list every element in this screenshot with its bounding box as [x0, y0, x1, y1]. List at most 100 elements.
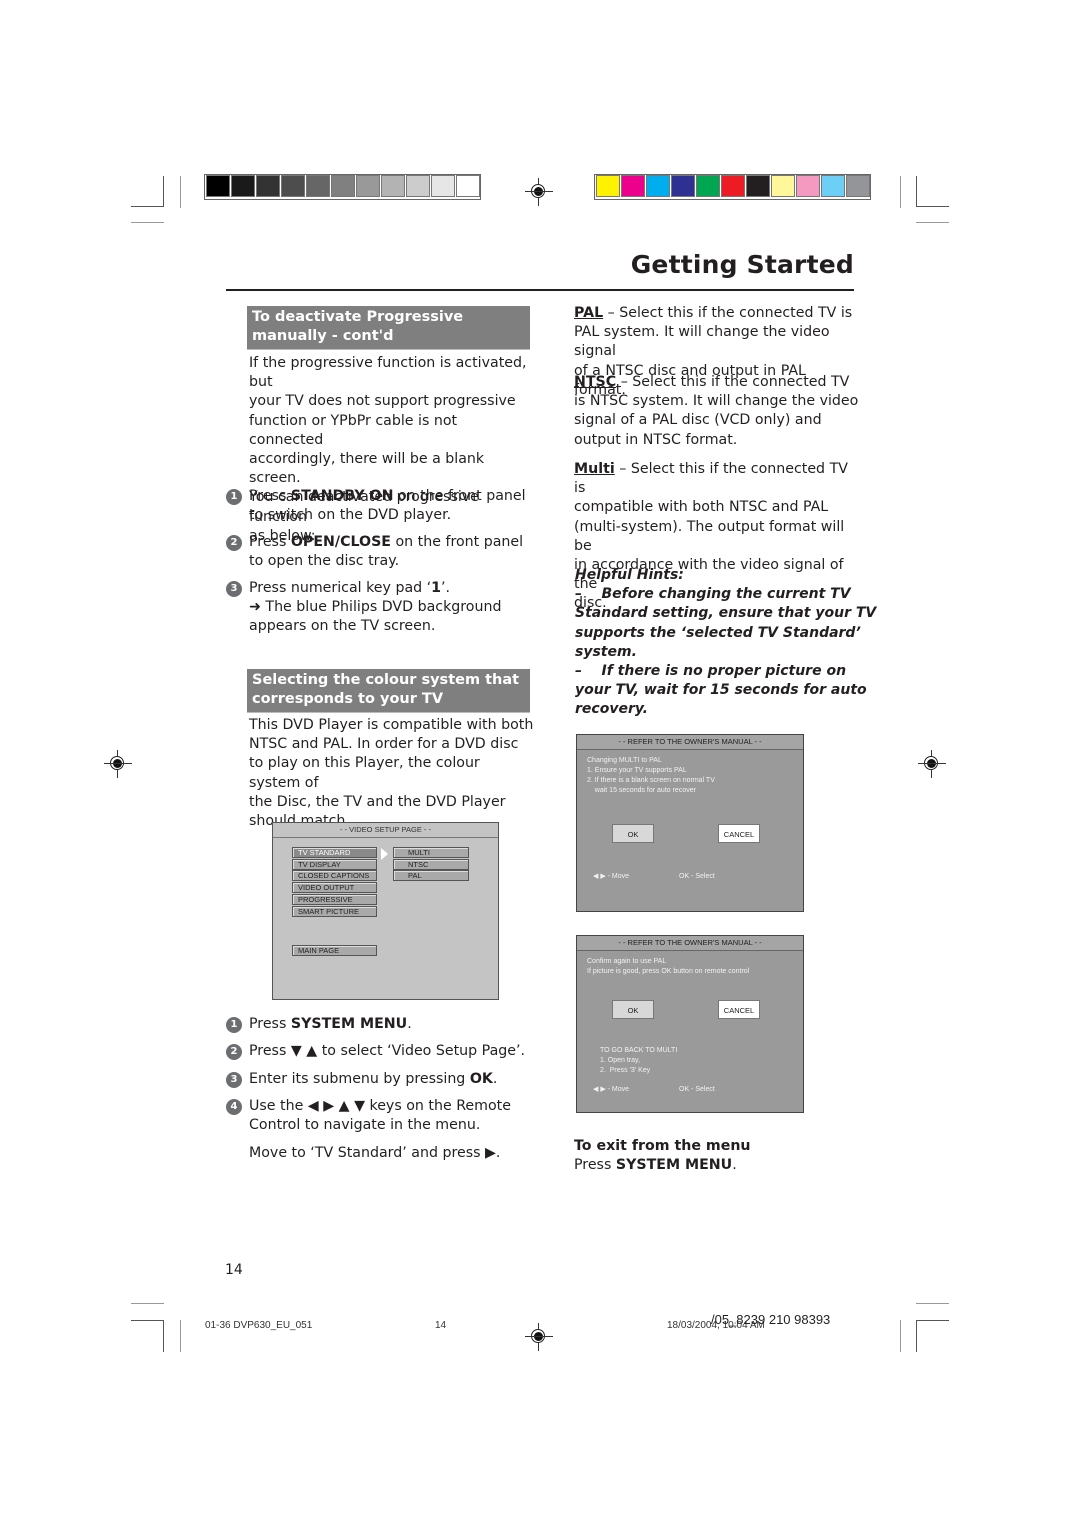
step-line: Enter its submenu by pressing OK.	[249, 1071, 498, 1087]
color-swatch	[621, 175, 645, 197]
text-line: This DVD Player is compatible with both	[249, 717, 534, 733]
osd-select-hint: OK - Select	[679, 1086, 715, 1093]
osd-move-hint: ◀ ▶ - Move	[593, 873, 630, 880]
step-line: Use the ◀ ▶ ▲ ▼ keys on the Remote	[249, 1098, 511, 1114]
step-line: Press SYSTEM MENU.	[249, 1016, 412, 1032]
ok-button[interactable]: OK	[612, 1000, 654, 1019]
step-text: Press ▼ ▲ to select ‘Video Setup Page’.	[249, 1042, 525, 1061]
step-number-icon: 3	[226, 581, 242, 597]
osd-option-item[interactable]: PAL	[393, 870, 469, 882]
document-code: /05_8239 210 98393	[711, 1312, 831, 1327]
osd-menu-item[interactable]: VIDEO OUTPUT	[292, 882, 377, 894]
option-description: NTSC – Select this if the connected TV is…	[574, 373, 859, 450]
title-rule	[226, 289, 854, 291]
color-swatch	[746, 175, 770, 197]
text-line: compatible with both NTSC and PAL	[574, 499, 829, 516]
text-line: the Disc, the TV and the DVD Player	[249, 793, 506, 810]
grayscale-bar	[204, 174, 481, 200]
crop-mark	[131, 1303, 164, 1304]
text-line: (multi-system). The output format will b…	[574, 518, 845, 554]
color-swatch	[696, 175, 720, 197]
text-line: signal of a PAL disc (VCD only) and	[574, 412, 822, 429]
color-swatch	[646, 175, 670, 197]
text-line: function or YPbPr cable is not connected	[249, 412, 458, 448]
move-note: Move to ‘TV Standard’ and press ▶.	[249, 1145, 501, 1161]
osd-back-line: 2. Press '3' Key	[600, 1067, 651, 1074]
osd-select-hint: OK - Select	[679, 873, 715, 880]
step-text: Press SYSTEM MENU.	[249, 1015, 412, 1034]
crop-mark	[900, 1320, 901, 1352]
osd-option-item[interactable]: NTSC	[393, 858, 469, 870]
osd-header: - - REFER TO THE OWNER'S MANUAL - -	[577, 936, 803, 951]
osd-menu-item[interactable]: PROGRESSIVE	[292, 893, 377, 905]
crop-mark	[163, 176, 164, 206]
gray-swatch	[306, 175, 330, 197]
crop-mark	[916, 1320, 917, 1352]
gray-swatch	[406, 175, 430, 197]
crop-mark	[163, 1320, 164, 1352]
step-line: Press STANDBY ON on the front panel	[249, 488, 526, 504]
step-line: Control to navigate in the menu.	[249, 1117, 481, 1134]
text-line: NTSC and PAL. In order for a DVD disc	[249, 736, 519, 753]
hint-line: Standard setting, ensure that your TV	[575, 605, 877, 622]
text-line: your TV does not support progressive	[249, 393, 516, 410]
registration-mark-icon	[104, 750, 132, 778]
step-text: Press STANDBY ON on the front panel to sw…	[249, 487, 526, 525]
option-label: NTSC	[574, 374, 617, 390]
hints-title: Helpful Hints:	[575, 567, 684, 583]
step-text: Press OPEN/CLOSE on the front panel to op…	[249, 533, 523, 571]
helpful-hints: Helpful Hints: – Before changing the cur…	[575, 566, 877, 720]
step-number-icon: 1	[226, 1017, 242, 1033]
color-bar	[594, 174, 871, 200]
text-line: output in NTSC format.	[574, 431, 738, 448]
hint-line: recovery.	[575, 701, 649, 718]
step-line: to switch on the DVD player.	[249, 507, 452, 524]
hint-line: – Before changing the current TV	[575, 586, 851, 603]
step-number-icon: 3	[226, 1072, 242, 1088]
crop-mark	[131, 1320, 164, 1321]
step-line: Press numerical key pad ‘1’.	[249, 580, 451, 596]
color-swatch	[796, 175, 820, 197]
step-line: to open the disc tray.	[249, 553, 400, 570]
osd-menu-item[interactable]: TV STANDARD	[292, 847, 377, 858]
osd-option-item[interactable]: MULTI	[393, 847, 469, 858]
step-line: Press ▼ ▲ to select ‘Video Setup Page’.	[249, 1043, 526, 1059]
step-text: Use the ◀ ▶ ▲ ▼ keys on the Remote Contro…	[249, 1097, 511, 1135]
gray-swatch	[431, 175, 455, 197]
ok-button[interactable]: OK	[612, 824, 654, 843]
step-number-icon: 4	[226, 1099, 242, 1115]
cancel-button[interactable]: CANCEL	[718, 824, 760, 843]
option-label: Multi	[574, 461, 615, 477]
section2-intro: This DVD Player is compatible with both N…	[249, 716, 534, 831]
color-swatch	[596, 175, 620, 197]
step-line: appears on the TV screen.	[249, 618, 436, 635]
step-number-icon: 2	[226, 1044, 242, 1060]
text-line: to play on this Player, the colour syste…	[249, 755, 480, 791]
step-number-icon: 1	[226, 489, 242, 505]
page-title: Getting Started	[630, 250, 854, 279]
crop-mark	[916, 1303, 949, 1304]
osd-back-line: TO GO BACK TO MULTI	[600, 1047, 678, 1054]
crop-mark	[916, 176, 917, 206]
osd-main-page[interactable]: MAIN PAGE	[292, 945, 377, 956]
osd-menu-item[interactable]: TV DISPLAY	[292, 858, 377, 870]
cancel-button[interactable]: CANCEL	[718, 1000, 760, 1019]
osd-line: 1. Ensure your TV supports PAL	[587, 767, 687, 774]
gray-swatch	[231, 175, 255, 197]
osd-menu-item[interactable]: CLOSED CAPTIONS	[292, 870, 377, 882]
osd-move-hint: ◀ ▶ - Move	[593, 1086, 630, 1093]
page-number: 14	[225, 1262, 243, 1278]
osd-menu-item[interactable]: SMART PICTURE	[292, 905, 377, 917]
video-setup-osd: - - VIDEO SETUP PAGE - - TV STANDARD TV D…	[272, 822, 499, 1000]
osd-header: - - VIDEO SETUP PAGE - -	[273, 823, 498, 838]
osd-header: - - REFER TO THE OWNER'S MANUAL - -	[577, 735, 803, 750]
gray-swatch	[256, 175, 280, 197]
osd-line: Confirm again to use PAL	[587, 958, 667, 965]
text-line: If the progressive function is activated…	[249, 355, 527, 391]
gray-swatch	[456, 175, 480, 197]
section-heading-colour-system: Selecting the colour system that corresp…	[247, 669, 530, 713]
text-line: accordingly, there will be a blank scree…	[249, 451, 485, 487]
osd-back-line: 1. Open tray,	[600, 1057, 640, 1064]
crop-mark	[916, 222, 949, 223]
section-heading-deactivate-progressive: To deactivate Progressive manually - con…	[247, 306, 530, 350]
